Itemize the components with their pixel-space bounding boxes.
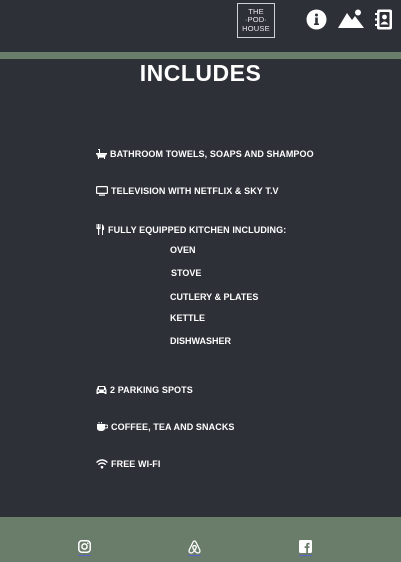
wifi-icon bbox=[96, 459, 108, 469]
airbnb-icon[interactable] bbox=[188, 540, 201, 554]
amenity-item: COFFEE, TEA AND SNACKS bbox=[96, 422, 235, 432]
facebook-icon[interactable] bbox=[299, 540, 312, 553]
kitchen-item: DISHWASHER bbox=[170, 336, 232, 346]
amenity-item: TELEVISION WITH NETFLIX & SKY T.V bbox=[96, 186, 279, 196]
amenity-label: FULLY EQUIPPED KITCHEN INCLUDING: bbox=[108, 224, 287, 235]
amenity-item: BATHROOM TOWELS, SOAPS AND SHAMPOO bbox=[96, 148, 314, 159]
logo[interactable]: THE ·POD· HOUSE bbox=[237, 3, 275, 38]
amenity-item: FULLY EQUIPPED KITCHEN INCLUDING: bbox=[96, 224, 286, 235]
info-icon[interactable] bbox=[306, 9, 327, 30]
facebook-link-underline bbox=[299, 555, 312, 556]
airbnb-link-underline bbox=[188, 555, 201, 556]
amenity-label: BATHROOM TOWELS, SOAPS AND SHAMPOO bbox=[110, 148, 314, 159]
tv-icon bbox=[96, 186, 108, 196]
instagram-link-underline bbox=[78, 555, 91, 556]
car-icon bbox=[96, 385, 107, 395]
utensils-icon bbox=[96, 224, 105, 235]
page-title: INCLUDES bbox=[139, 60, 262, 86]
amenity-item: 2 PARKING SPOTS bbox=[96, 385, 193, 395]
kitchen-item: KETTLE bbox=[170, 313, 205, 323]
mountain-image-icon[interactable] bbox=[338, 9, 364, 29]
kitchen-item: OVEN bbox=[170, 245, 196, 255]
amenity-label: 2 PARKING SPOTS bbox=[110, 385, 193, 395]
amenity-item: FREE WI-FI bbox=[96, 459, 161, 469]
logo-line: HOUSE bbox=[242, 23, 270, 33]
kitchen-item: CUTLERY & PLATES bbox=[170, 292, 259, 302]
amenity-label: COFFEE, TEA AND SNACKS bbox=[111, 422, 235, 432]
contact-book-icon[interactable] bbox=[375, 9, 394, 30]
amenity-label: TELEVISION WITH NETFLIX & SKY T.V bbox=[111, 186, 279, 196]
header-accent-bar bbox=[0, 52, 401, 59]
coffee-icon bbox=[96, 422, 108, 432]
kitchen-item: STOVE bbox=[171, 268, 202, 278]
bath-icon bbox=[96, 148, 107, 159]
instagram-icon[interactable] bbox=[78, 540, 91, 553]
amenity-label: FREE WI-FI bbox=[111, 459, 161, 469]
